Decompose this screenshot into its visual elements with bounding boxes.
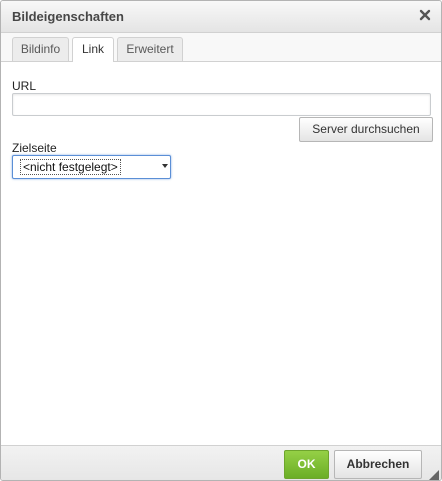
dialog-title: Bildeigenschaften	[12, 9, 124, 24]
dialog-titlebar[interactable]: Bildeigenschaften	[1, 1, 441, 33]
browse-server-button[interactable]: Server durchsuchen	[299, 117, 433, 142]
target-selected-value: <nicht festgelegt>	[20, 159, 121, 175]
tab-erweitert[interactable]: Erweitert	[117, 37, 183, 61]
tab-bildinfo[interactable]: Bildinfo	[12, 37, 69, 61]
target-label: Zielseite	[12, 141, 57, 155]
dialog-footer: OK Abbrechen	[1, 445, 441, 480]
ok-button[interactable]: OK	[284, 450, 329, 479]
url-input[interactable]	[12, 93, 431, 116]
chevron-down-icon	[162, 164, 168, 168]
cancel-button[interactable]: Abbrechen	[334, 450, 422, 479]
resize-handle-icon[interactable]	[429, 469, 439, 480]
image-properties-dialog: Bildeigenschaften Bildinfo Link Erweiter…	[0, 0, 442, 481]
tab-link[interactable]: Link	[72, 37, 114, 62]
url-label: URL	[12, 79, 37, 93]
link-tab-panel: URL Server durchsuchen Zielseite <nicht …	[1, 62, 441, 445]
close-icon[interactable]	[417, 7, 433, 23]
tab-bar: Bildinfo Link Erweitert	[1, 33, 441, 62]
target-select[interactable]: <nicht festgelegt>	[12, 155, 171, 179]
